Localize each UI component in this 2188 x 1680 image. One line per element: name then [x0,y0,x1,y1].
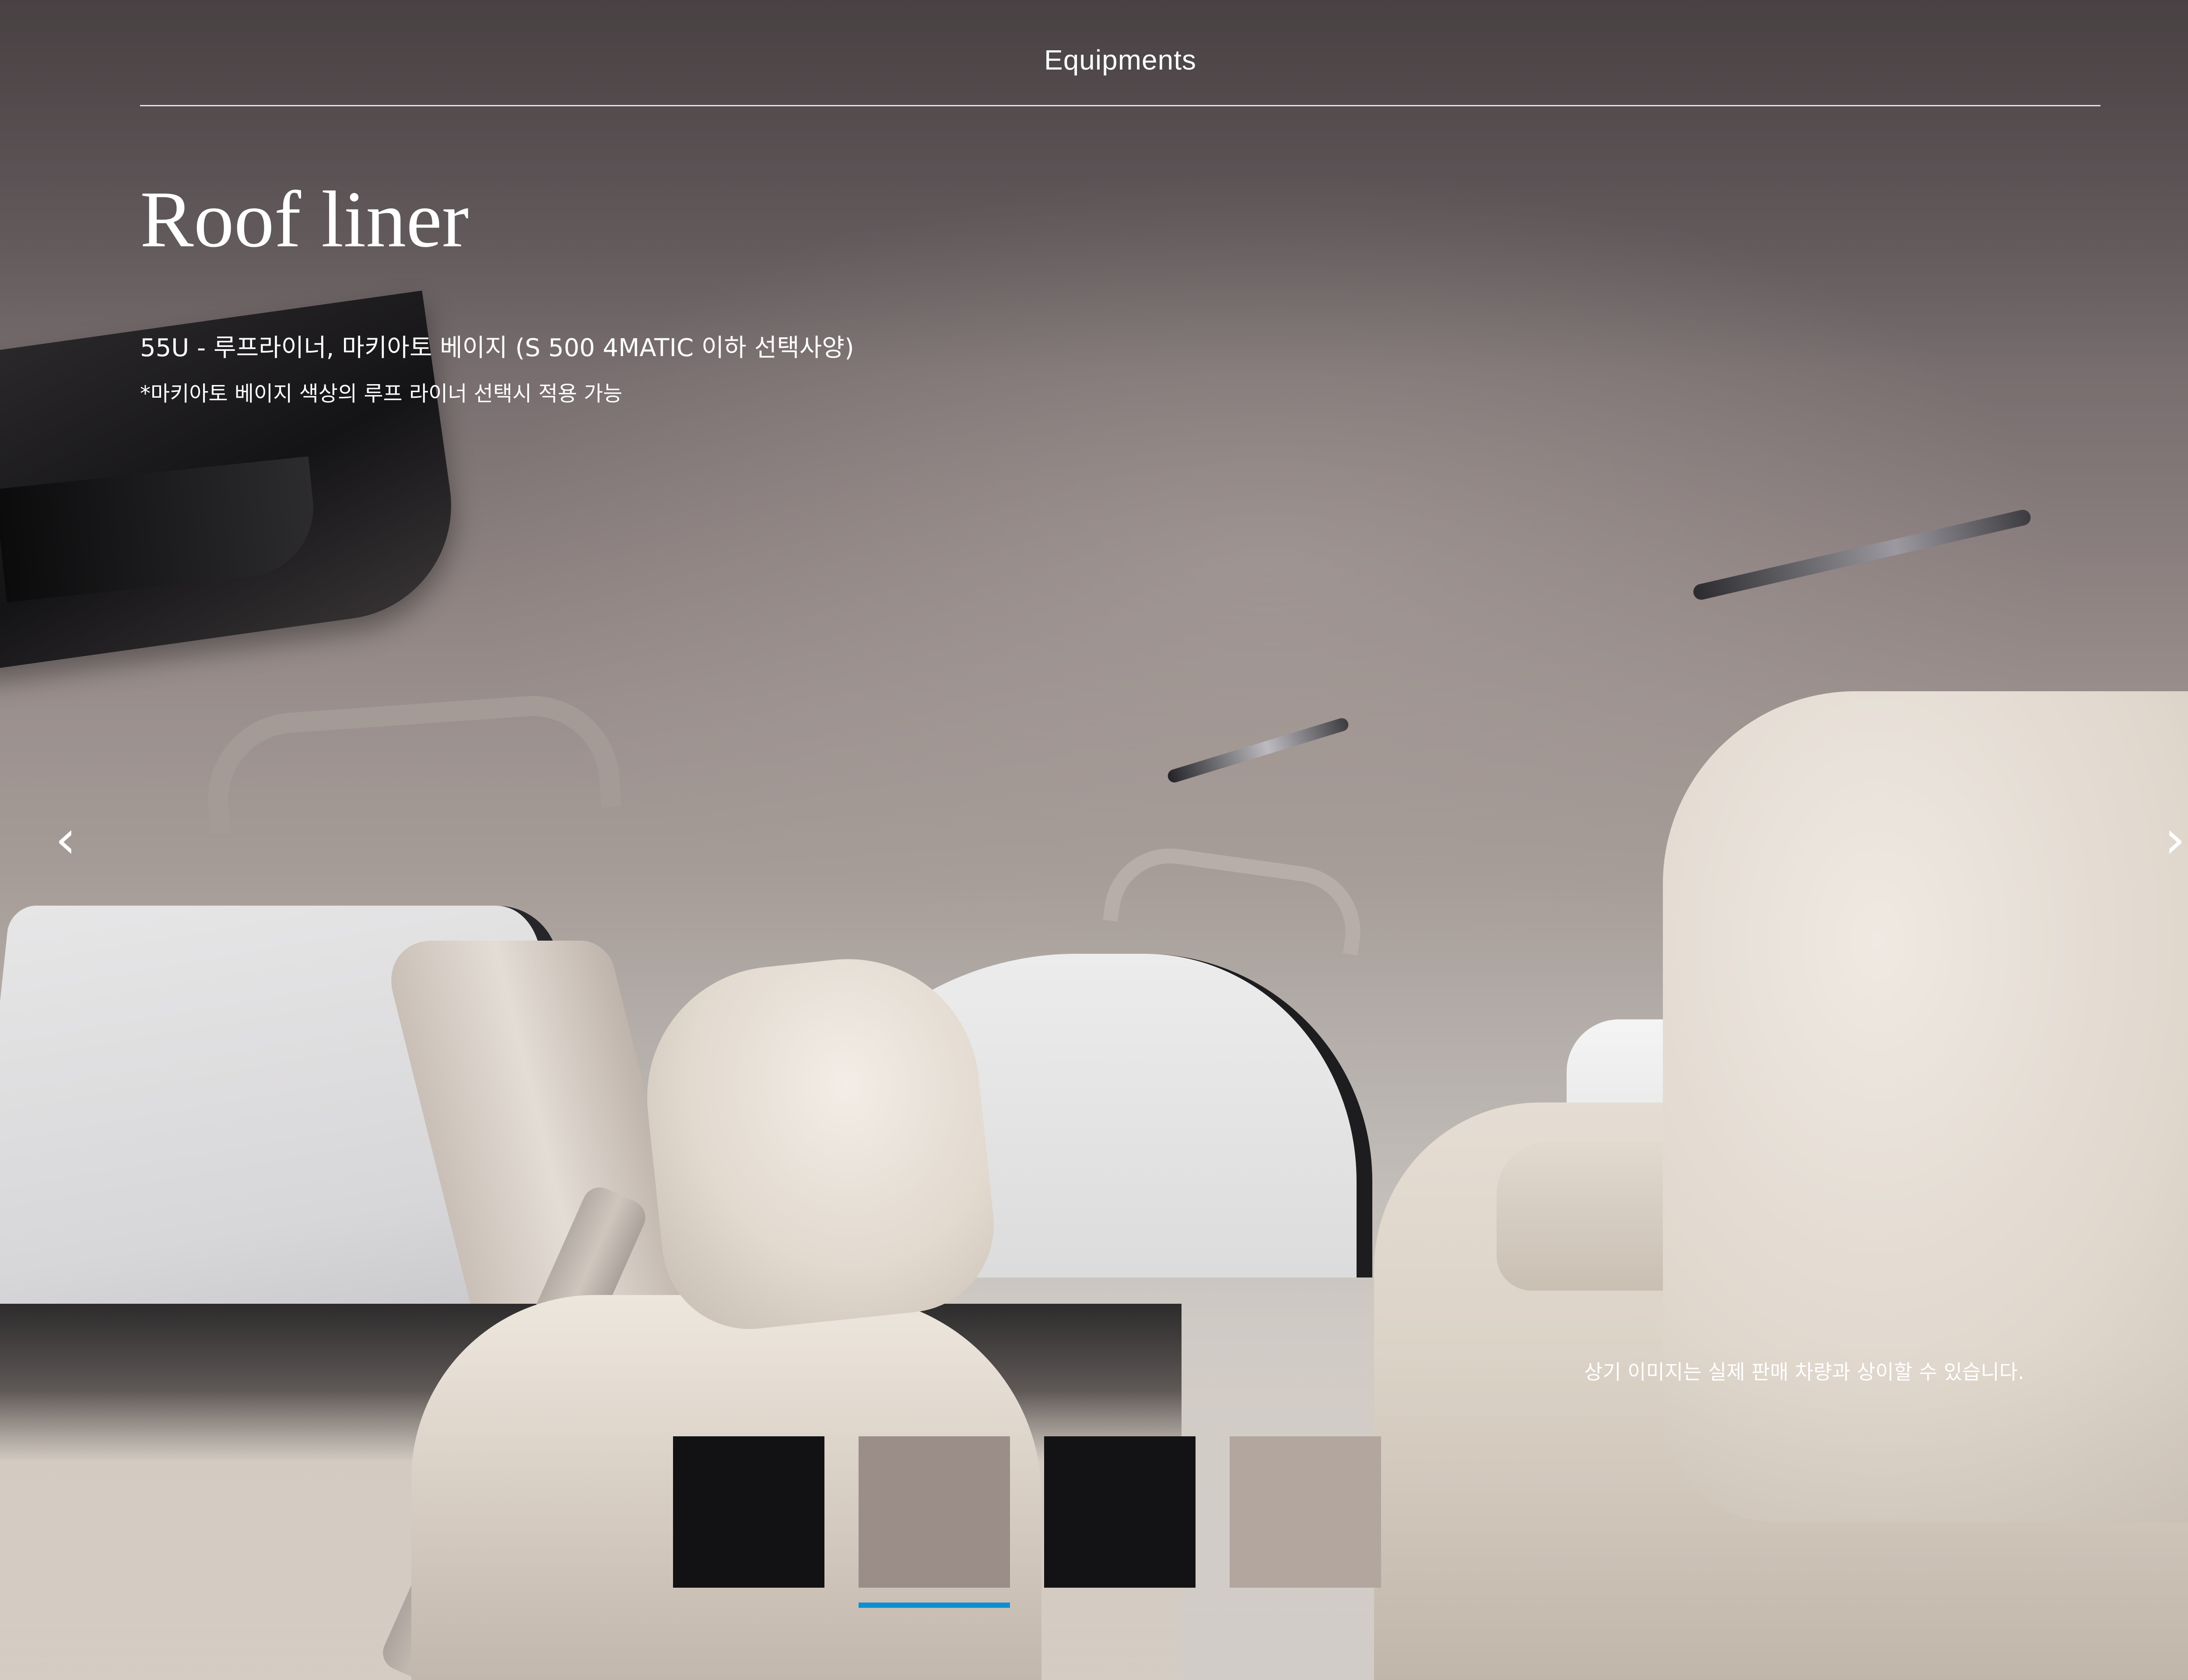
chevron-right-icon: › [2164,809,2185,870]
color-swatch-3[interactable] [1044,1436,1196,1588]
image-disclaimer: 상기 이미지는 실제 판매 차량과 상이할 수 있습니다. [1584,1360,2024,1384]
page-header: Equipments [140,0,2100,106]
header-title: Equipments [1044,44,1196,76]
color-swatch-2[interactable] [859,1436,1010,1588]
selected-swatch-indicator [859,1603,1010,1608]
color-swatch-1[interactable] [673,1436,824,1588]
page-title: Roof liner [140,175,469,264]
option-note: *마키아토 베이지 색상의 루프 라이너 선택시 적용 가능 [140,382,623,406]
previous-slide-button[interactable]: ‹ [39,805,92,875]
equipment-slide: Equipments Roof liner 55U - 루프라이너, 마키아토 … [0,0,2188,1680]
chevron-left-icon: ‹ [55,809,76,870]
next-slide-button[interactable]: › [2149,805,2188,875]
color-swatch-4[interactable] [1230,1436,1381,1588]
option-description: 55U - 루프라이너, 마키아토 베이지 (S 500 4MATIC 이하 선… [140,334,854,362]
